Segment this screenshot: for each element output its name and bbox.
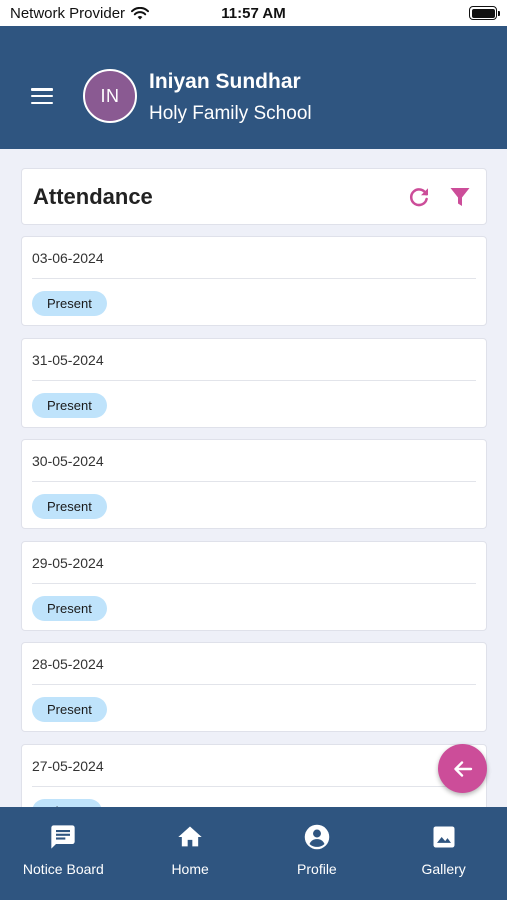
attendance-record[interactable]: 03-06-2024 Present (21, 236, 487, 326)
record-divider (32, 481, 476, 482)
record-date: 28-05-2024 (32, 656, 104, 672)
nav-label: Gallery (421, 861, 466, 877)
battery-fill (471, 8, 495, 18)
record-date: 30-05-2024 (32, 453, 104, 469)
home-icon (178, 826, 202, 847)
attendance-record[interactable]: 31-05-2024 Present (21, 337, 487, 428)
image-icon (433, 826, 455, 848)
nav-profile[interactable]: Profile (254, 807, 381, 900)
attendance-record[interactable]: 27-05-2024 Absent (21, 743, 487, 807)
battery-icon (469, 6, 500, 20)
back-fab-button[interactable] (438, 744, 487, 793)
refresh-icon[interactable] (407, 185, 431, 209)
filter-icon[interactable] (448, 185, 472, 209)
record-date: 31-05-2024 (32, 351, 104, 368)
nav-label: Notice Board (22, 861, 104, 877)
school-name: Holy Family School (149, 103, 312, 124)
profile-icon (304, 824, 330, 850)
user-name: Iniyan Sundhar (149, 70, 301, 93)
attendance-record[interactable]: 29-05-2024 Present (21, 540, 487, 631)
record-divider (32, 582, 476, 584)
nav-gallery[interactable]: Gallery (380, 807, 507, 900)
attendance-list: 03-06-2024 Present 31-05-2024 Present 30… (21, 236, 487, 807)
page-title: Attendance (33, 184, 153, 209)
arrow-left-icon (453, 760, 472, 777)
nav-label: Home (171, 861, 209, 877)
bottom-nav: Notice Board Home Profile Gallery (0, 807, 507, 900)
attendance-content[interactable]: Attendance 03-06-2024 Present 31-05-2024… (0, 149, 507, 807)
menu-icon[interactable] (31, 88, 53, 105)
status-bar: Network Provider 11:57 AM (0, 0, 507, 26)
record-divider (32, 684, 476, 685)
message-icon (51, 825, 76, 849)
app-header: IN Iniyan Sundhar Holy Family School (0, 26, 507, 149)
status-badge: Present (32, 392, 107, 418)
nav-notice-board[interactable]: Notice Board (0, 807, 127, 900)
attendance-title-card: Attendance (21, 168, 487, 225)
record-divider (32, 379, 476, 381)
status-badge: Present (32, 595, 107, 621)
status-badge: Present (32, 697, 107, 722)
record-divider (32, 785, 476, 787)
status-badge: Present (32, 291, 107, 316)
status-badge: Present (32, 494, 107, 519)
record-date: 27-05-2024 (32, 757, 104, 774)
attendance-record[interactable]: 28-05-2024 Present (21, 642, 487, 732)
nav-label: Profile (297, 861, 337, 877)
status-time: 11:57 AM (221, 5, 286, 22)
record-date: 29-05-2024 (32, 554, 104, 571)
status-badge: Absent (32, 798, 103, 807)
attendance-record[interactable]: 30-05-2024 Present (21, 439, 487, 529)
nav-home[interactable]: Home (127, 807, 254, 900)
record-date: 03-06-2024 (32, 250, 104, 266)
record-divider (32, 278, 476, 279)
avatar[interactable]: IN (83, 69, 137, 123)
